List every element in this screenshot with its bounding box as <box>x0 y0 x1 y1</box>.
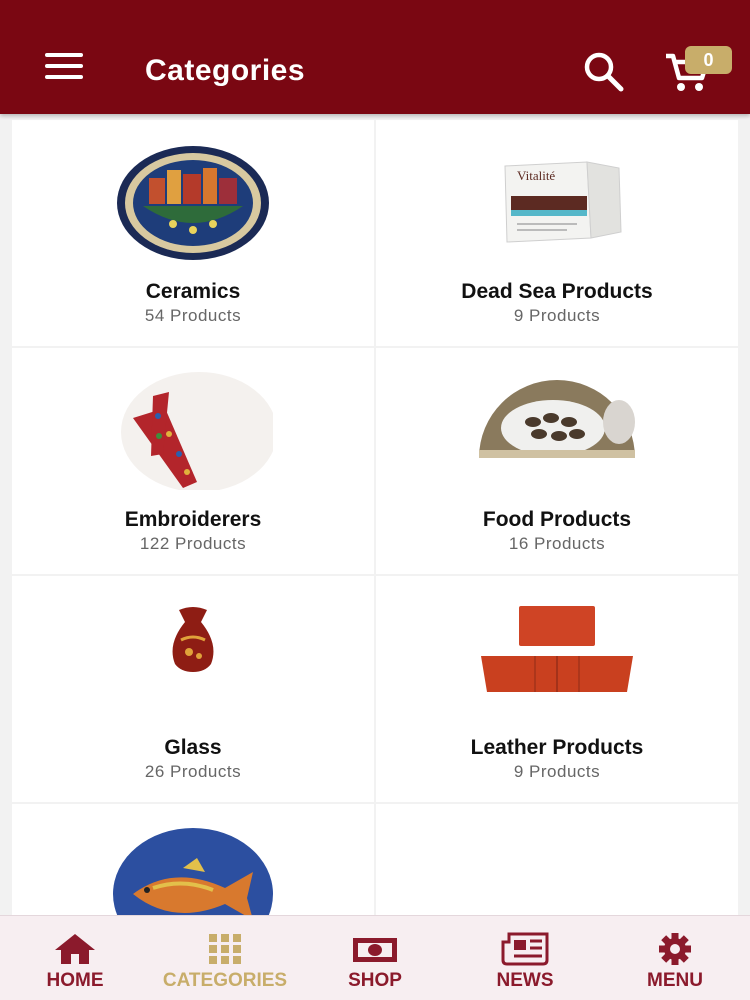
nav-home-label: HOME <box>46 970 104 991</box>
category-name: Glass <box>164 736 222 759</box>
category-product-count: 9 Products <box>513 306 601 325</box>
search-icon[interactable] <box>582 50 630 98</box>
category-name: Ceramics <box>145 280 241 303</box>
category-name: Leather Products <box>470 736 644 759</box>
date-platter-image <box>477 372 637 490</box>
category-card-leather-products[interactable]: Leather Products 9 Products <box>376 576 738 802</box>
category-card-food-products[interactable]: Food Products 16 Products <box>376 348 738 574</box>
page-title: Categories <box>145 54 306 87</box>
vitalite-box-image: Vitalité <box>477 144 637 262</box>
vitalite-brand-text: Vitalité <box>517 168 555 183</box>
nav-news[interactable]: NEWS <box>455 916 595 992</box>
nav-home[interactable]: HOME <box>5 916 145 992</box>
nav-shop[interactable]: SHOP <box>305 916 445 992</box>
empty-grid-cell <box>376 804 738 915</box>
app-bar: Categories 0 <box>0 0 750 114</box>
leather-wallet-image <box>477 600 637 718</box>
money-icon <box>353 938 397 962</box>
category-card-dead-sea-products[interactable]: Vitalité Dead Sea Products 9 Products <box>376 120 738 346</box>
gear-icon <box>659 933 691 965</box>
nav-news-label: NEWS <box>496 970 554 991</box>
glass-vase-image <box>113 600 273 718</box>
grid-icon <box>209 934 241 964</box>
category-product-count: 16 Products <box>508 534 606 553</box>
nav-menu-label: MENU <box>647 970 703 991</box>
mosaic-fish-image <box>113 828 273 915</box>
nav-menu[interactable]: MENU <box>605 916 745 992</box>
nav-shop-label: SHOP <box>348 970 402 991</box>
category-product-count: 54 Products <box>144 306 242 325</box>
category-grid: Ceramics 54 Products Vitalité Dead Sea P… <box>12 120 738 915</box>
nav-categories[interactable]: CATEGORIES <box>155 916 295 992</box>
category-name: Food Products <box>482 508 632 531</box>
bottom-navigation: HOME CATEGORIES SHOP NEWS MENU <box>0 915 750 1000</box>
category-card-mosaic[interactable] <box>12 804 374 915</box>
nav-categories-label: CATEGORIES <box>162 970 288 991</box>
category-product-count: 122 Products <box>139 534 247 553</box>
category-product-count: 26 Products <box>144 762 242 781</box>
category-product-count: 9 Products <box>513 762 601 781</box>
category-name: Dead Sea Products <box>461 280 653 303</box>
newspaper-icon <box>501 932 549 966</box>
ceramic-plate-image <box>113 144 273 262</box>
cart-count-badge: 0 <box>685 46 732 74</box>
category-card-ceramics[interactable]: Ceramics 54 Products <box>12 120 374 346</box>
home-icon <box>55 934 95 964</box>
embroidered-bookmark-image <box>113 372 273 490</box>
category-card-glass[interactable]: Glass 26 Products <box>12 576 374 802</box>
category-card-embroiderers[interactable]: Embroiderers 122 Products <box>12 348 374 574</box>
hamburger-menu-icon[interactable] <box>40 53 88 93</box>
category-name: Embroiderers <box>124 508 262 531</box>
